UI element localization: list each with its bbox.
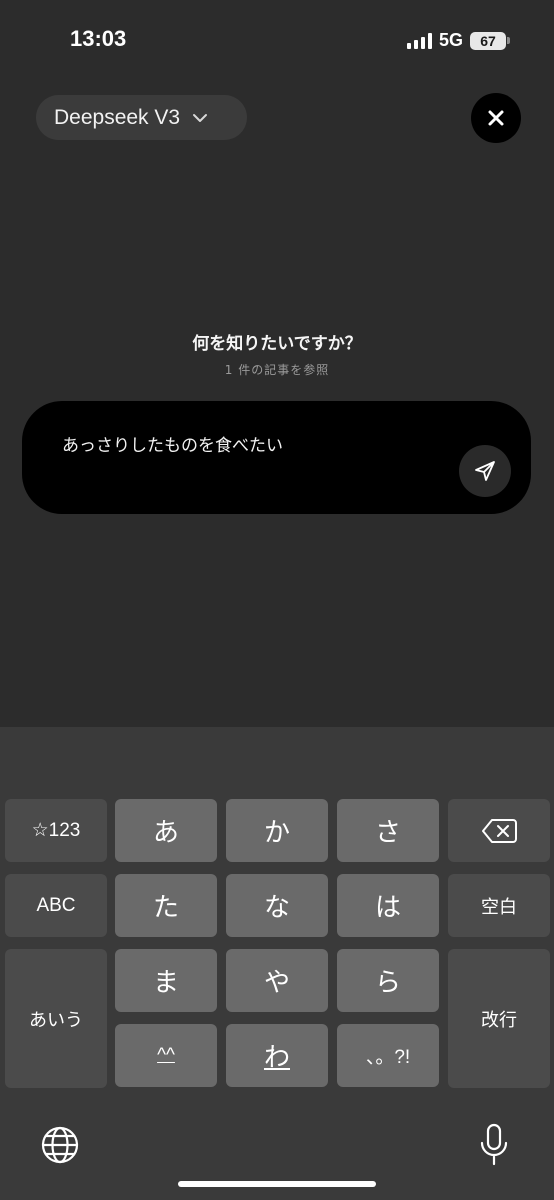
send-icon <box>475 461 495 481</box>
key-ta[interactable]: た <box>115 874 217 937</box>
space-key[interactable]: 空白 <box>448 874 550 937</box>
key-ra[interactable]: ら <box>337 949 439 1012</box>
model-selector[interactable]: Deepseek V3 <box>36 95 247 140</box>
signal-icon <box>406 32 432 49</box>
question-input-text[interactable]: あっさりしたものを食べたい <box>62 431 283 456</box>
key-na[interactable]: な <box>226 874 328 937</box>
backspace-key[interactable] <box>448 799 550 862</box>
send-button[interactable] <box>459 445 511 497</box>
close-button[interactable] <box>471 93 521 143</box>
key-abc[interactable]: ABC <box>5 874 107 937</box>
status-time: 13:03 <box>70 26 127 51</box>
chevron-down-icon <box>193 113 208 122</box>
key-symbols[interactable]: ☆123 <box>5 799 107 862</box>
question-input[interactable]: あっさりしたものを食べたい <box>22 401 531 514</box>
key-punctuation[interactable]: 、。?! <box>337 1024 439 1087</box>
status-indicators: 5G 67 <box>406 30 510 51</box>
key-ya[interactable]: や <box>226 949 328 1012</box>
backspace-icon <box>482 818 517 843</box>
globe-icon <box>41 1126 79 1164</box>
key-ha[interactable]: は <box>337 874 439 937</box>
prompt-subtitle: 1 件の記事を参照 <box>224 363 330 377</box>
key-ka[interactable]: か <box>226 799 328 862</box>
battery-icon: 67 <box>470 31 510 50</box>
prompt-title: 何を知りたいですか？ <box>192 334 362 354</box>
globe-button[interactable] <box>38 1123 82 1167</box>
key-kana-mode[interactable]: あいう <box>5 949 107 1088</box>
battery-level: 67 <box>470 31 506 50</box>
key-a[interactable]: あ <box>115 799 217 862</box>
key-ma[interactable]: ま <box>115 949 217 1012</box>
return-key[interactable]: 改行 <box>448 949 550 1088</box>
network-type: 5G <box>438 30 463 50</box>
home-indicator[interactable] <box>178 1181 376 1187</box>
microphone-button[interactable] <box>474 1121 514 1169</box>
key-sa[interactable]: さ <box>337 799 439 862</box>
microphone-icon <box>480 1123 508 1166</box>
japanese-keyboard: ☆123 あ か さ ABC た な は 空白 あいう ま や ら 改行 ^^ … <box>0 727 554 1200</box>
close-icon <box>488 110 504 126</box>
model-label: Deepseek V3 <box>54 105 181 129</box>
key-wa[interactable]: わ <box>226 1024 328 1087</box>
key-dakuten[interactable]: ^^ <box>115 1024 217 1087</box>
